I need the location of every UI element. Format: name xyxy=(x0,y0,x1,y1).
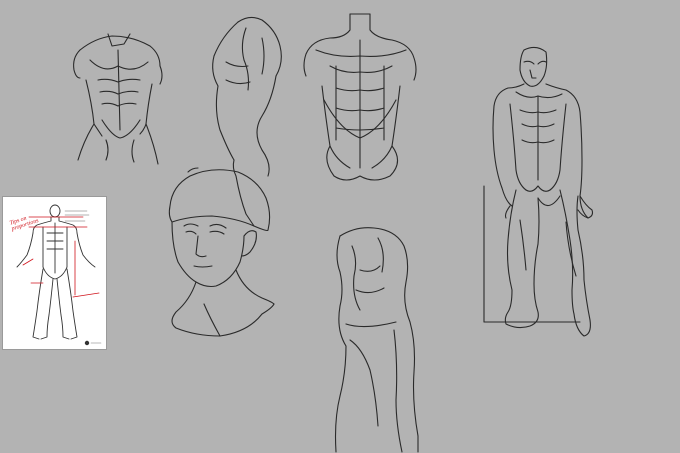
watermark-logo xyxy=(84,340,102,346)
torso-side-sketch xyxy=(334,227,419,453)
reference-image: Tips on proportions xyxy=(3,197,106,349)
full-body-standing-sketch xyxy=(483,46,594,337)
reference-label-lines xyxy=(64,210,90,222)
reference-guide-lines xyxy=(22,216,100,298)
sketch-canvas: Tips on proportions xyxy=(0,0,680,453)
torso-back-sketch xyxy=(303,13,417,181)
torso-front-sketch xyxy=(73,33,163,165)
torso-three-quarter-sketch xyxy=(212,16,282,177)
head-with-cap-sketch xyxy=(168,167,275,337)
